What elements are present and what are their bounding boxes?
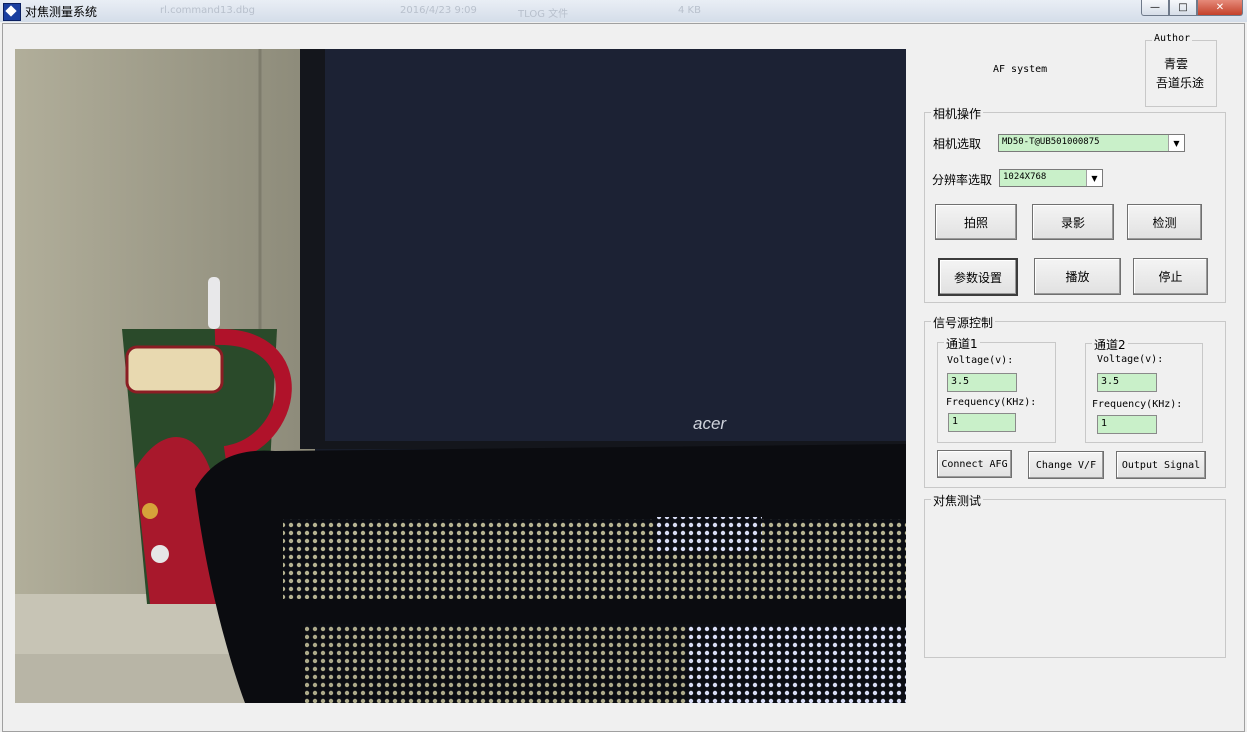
channel1-voltage-label: Voltage(v):	[947, 355, 1014, 366]
background-date: 2016/4/23 9:09	[400, 5, 477, 16]
background-size: 4 KB	[678, 5, 701, 16]
params-settings-button[interactable]: 参数设置	[938, 258, 1018, 296]
channel2-voltage-input[interactable]: 3.5	[1097, 373, 1157, 392]
app-icon	[3, 3, 21, 21]
channel2-frequency-label: Frequency(KHz):	[1092, 399, 1183, 410]
title-bar: 对焦测量系统 rl.command13.dbg 2016/4/23 9:09 T…	[0, 0, 1247, 22]
monitor-brand-text: acer	[693, 414, 727, 433]
channel1-voltage-input[interactable]: 3.5	[947, 373, 1017, 392]
focus-test-group: 对焦测试	[924, 492, 1226, 658]
resolution-select-value: 1024X768	[1003, 172, 1047, 182]
play-button[interactable]: 播放	[1034, 258, 1121, 295]
camera-view: acer	[15, 49, 906, 703]
author-motto: 吾道乐途	[1156, 76, 1205, 90]
author-legend: Author	[1152, 33, 1193, 44]
chevron-down-icon[interactable]: ▼	[1168, 135, 1184, 151]
camera-select[interactable]: MD50-T@UB501000875 ▼	[998, 134, 1185, 152]
channel1-frequency-label: Frequency(KHz):	[946, 397, 1037, 408]
maximize-button[interactable]: □	[1169, 0, 1197, 16]
output-signal-button[interactable]: Output Signal	[1116, 451, 1206, 479]
detect-button[interactable]: 检测	[1127, 204, 1202, 240]
channel1-legend: 通道1	[944, 335, 980, 352]
author-group: Author 青雲 吾道乐途	[1145, 33, 1217, 107]
resolution-select-label: 分辨率选取	[932, 173, 993, 187]
change-vf-button[interactable]: Change V/F	[1028, 451, 1104, 479]
focus-test-legend: 对焦测试	[931, 492, 984, 509]
channel1-frequency-input[interactable]: 1	[948, 413, 1016, 432]
channel2-voltage-label: Voltage(v):	[1097, 354, 1164, 365]
minimize-button[interactable]: —	[1141, 0, 1169, 16]
channel1-frequency-value: 1	[952, 416, 959, 427]
chevron-down-icon[interactable]: ▼	[1086, 170, 1102, 186]
app-label: AF system	[993, 64, 1048, 75]
capture-button[interactable]: 拍照	[935, 204, 1017, 240]
camera-select-label: 相机选取	[933, 137, 982, 151]
channel2-legend: 通道2	[1092, 336, 1128, 353]
record-button[interactable]: 录影	[1032, 204, 1114, 240]
close-button[interactable]: ✕	[1197, 0, 1243, 16]
stop-button[interactable]: 停止	[1133, 258, 1208, 295]
channel2-frequency-input[interactable]: 1	[1097, 415, 1157, 434]
connect-afg-button[interactable]: Connect AFG	[937, 450, 1012, 478]
window-title: 对焦测量系统	[25, 5, 98, 19]
camera-image: acer	[15, 49, 906, 703]
camera-ops-legend: 相机操作	[931, 105, 984, 122]
window-controls: — □ ✕	[1141, 0, 1243, 16]
background-type: TLOG 文件	[518, 9, 569, 20]
signal-control-legend: 信号源控制	[931, 314, 996, 331]
channel1-voltage-value: 3.5	[951, 376, 970, 387]
channel2-frequency-value: 1	[1101, 418, 1108, 429]
channel2-voltage-value: 3.5	[1101, 376, 1120, 387]
camera-select-value: MD50-T@UB501000875	[1002, 137, 1100, 147]
author-name: 青雲	[1164, 57, 1189, 71]
resolution-select[interactable]: 1024X768 ▼	[999, 169, 1103, 187]
background-filename: rl.command13.dbg	[160, 5, 255, 16]
